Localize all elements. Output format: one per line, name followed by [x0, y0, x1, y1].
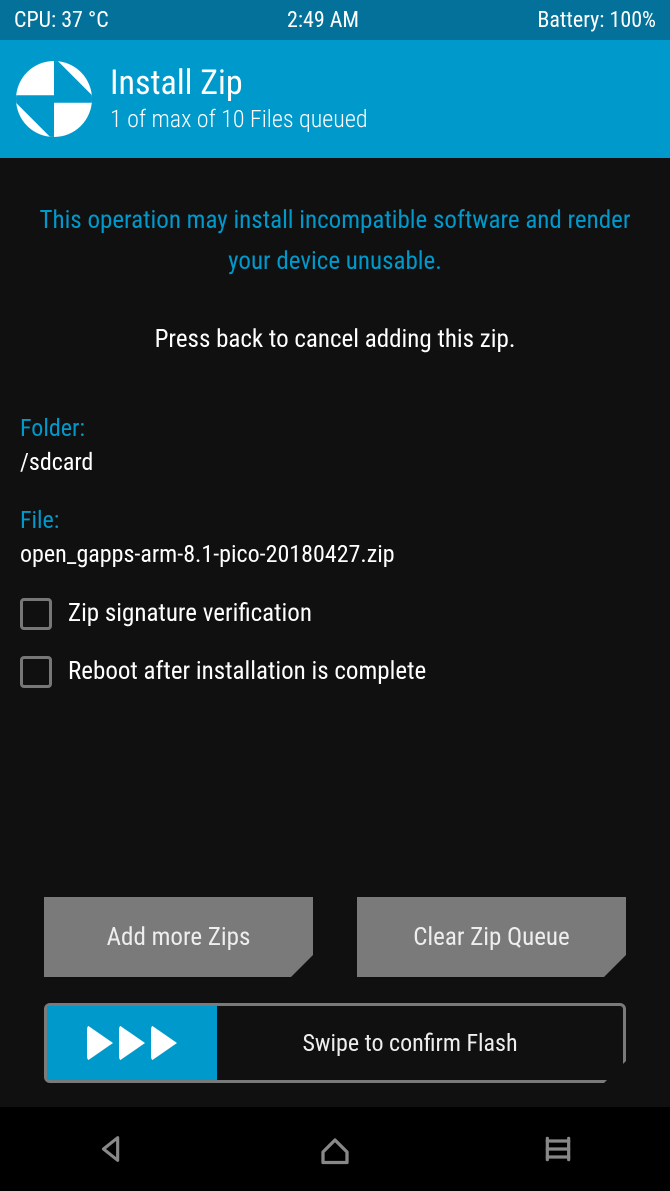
main-content: This operation may install incompatible …: [0, 158, 670, 1107]
swipe-label: Swipe to confirm Flash: [217, 1029, 623, 1057]
folder-label: Folder:: [20, 414, 650, 442]
instruction-text: Press back to cancel adding this zip.: [20, 325, 650, 354]
status-battery: Battery: 100%: [537, 8, 656, 33]
checkbox-label: Zip signature verification: [68, 599, 312, 628]
status-time: 2:49 AM: [287, 8, 359, 33]
checkbox-reboot-after[interactable]: Reboot after installation is complete: [20, 656, 650, 688]
file-label: File:: [20, 506, 650, 534]
button-label: Add more Zips: [107, 923, 251, 952]
menu-button[interactable]: [538, 1129, 578, 1169]
header-bar: Install Zip 1 of max of 10 Files queued: [0, 40, 670, 158]
swipe-to-confirm-slider[interactable]: Swipe to confirm Flash: [44, 1003, 626, 1083]
button-label: Clear Zip Queue: [413, 923, 569, 952]
twrp-logo-icon: [16, 61, 92, 137]
clear-zip-queue-button[interactable]: Clear Zip Queue: [357, 897, 626, 977]
page-title: Install Zip: [110, 65, 368, 102]
checkbox-label: Reboot after installation is complete: [68, 657, 426, 686]
checkbox-icon: [20, 598, 52, 630]
chevron-right-icon: [151, 1025, 177, 1061]
navigation-bar: [0, 1107, 670, 1191]
swipe-handle[interactable]: [47, 1006, 217, 1080]
status-bar: CPU: 37 °C 2:49 AM Battery: 100%: [0, 0, 670, 40]
header-subtitle: 1 of max of 10 Files queued: [110, 105, 368, 133]
chevron-right-icon: [119, 1025, 145, 1061]
chevron-right-icon: [87, 1025, 113, 1061]
status-cpu: CPU: 37 °C: [14, 8, 109, 33]
file-value: open_gapps-arm-8.1-pico-20180427.zip: [20, 540, 650, 568]
warning-text: This operation may install incompatible …: [20, 200, 650, 283]
checkbox-zip-signature[interactable]: Zip signature verification: [20, 598, 650, 630]
checkbox-icon: [20, 656, 52, 688]
home-button[interactable]: [315, 1129, 355, 1169]
back-button[interactable]: [92, 1129, 132, 1169]
folder-value: /sdcard: [20, 448, 650, 476]
add-more-zips-button[interactable]: Add more Zips: [44, 897, 313, 977]
